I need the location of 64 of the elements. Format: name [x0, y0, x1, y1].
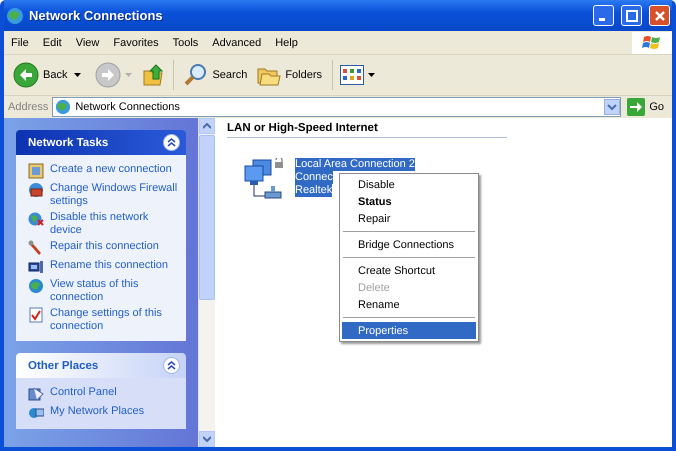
- task-icon: [28, 307, 44, 323]
- go-button[interactable]: Go: [625, 98, 670, 116]
- task-link[interactable]: Create a new connection: [50, 163, 172, 176]
- menu-item[interactable]: Favorites: [106, 36, 166, 48]
- task-icon: [28, 278, 44, 294]
- forward-button-icon[interactable]: [95, 62, 122, 88]
- minimize-button[interactable]: [593, 5, 614, 26]
- connection-label: Realtek: [295, 184, 332, 197]
- collapse-chevron-icon[interactable]: [163, 134, 180, 151]
- task-link[interactable]: Repair this connection: [50, 240, 159, 253]
- scrollbar-thumb[interactable]: [199, 135, 215, 300]
- close-icon: [654, 10, 666, 22]
- search-icon: [184, 63, 208, 87]
- task-icon: [28, 211, 44, 227]
- panel-title: Network Tasks: [28, 136, 110, 148]
- panel-title: Other Places: [28, 360, 100, 372]
- task-icon: [28, 182, 44, 198]
- task-icon: [28, 386, 44, 402]
- menu-item[interactable]: Help: [268, 36, 305, 48]
- task-icon: [28, 259, 44, 275]
- address-label: Address: [8, 101, 48, 113]
- task-icon: [28, 163, 44, 179]
- group-header: LAN or High-Speed Internet: [227, 122, 507, 138]
- connection-label: Connec: [295, 171, 333, 184]
- scroll-down-button[interactable]: [199, 431, 215, 447]
- context-menu-item[interactable]: Create Shortcut: [342, 262, 476, 279]
- context-menu-item[interactable]: Properties: [342, 322, 476, 339]
- context-menu-item[interactable]: Status: [342, 193, 476, 210]
- task-link[interactable]: Control Panel: [50, 386, 117, 399]
- menu-item[interactable]: Tools: [166, 36, 206, 48]
- maximize-button[interactable]: [621, 5, 642, 26]
- task-link[interactable]: My Network Places: [50, 405, 144, 418]
- context-menu-item[interactable]: Disable: [342, 176, 476, 193]
- task-link[interactable]: Change settings of this connection: [50, 307, 180, 333]
- search-button[interactable]: Search: [181, 61, 250, 89]
- address-field[interactable]: Network Connections: [52, 97, 622, 117]
- views-icon[interactable]: [340, 65, 364, 85]
- back-button[interactable]: Back: [10, 60, 70, 90]
- menu-item[interactable]: File: [4, 36, 36, 48]
- close-button[interactable]: [649, 5, 670, 26]
- minimize-icon: [598, 18, 604, 21]
- collapse-chevron-icon[interactable]: [163, 357, 180, 374]
- task-icon: [28, 405, 44, 421]
- context-menu-item[interactable]: Bridge Connections: [342, 236, 476, 253]
- flag-logo-icon: [632, 32, 672, 54]
- menu-item[interactable]: View: [68, 36, 106, 48]
- menu-item[interactable]: Edit: [36, 36, 69, 48]
- task-link[interactable]: Rename this connection: [50, 259, 168, 272]
- dropdown-arrow-icon[interactable]: [74, 73, 82, 77]
- context-menu-item[interactable]: Rename: [342, 296, 476, 313]
- connection-label: Local Area Connection 2: [295, 158, 415, 171]
- maximize-icon: [626, 10, 638, 22]
- network-globe-icon: [55, 99, 72, 115]
- scroll-up-button[interactable]: [199, 118, 215, 134]
- task-link[interactable]: View status of this connection: [50, 278, 180, 304]
- window-title: Network Connections: [29, 8, 164, 23]
- context-menu-item[interactable]: Repair: [342, 210, 476, 227]
- menu-item[interactable]: Advanced: [205, 36, 268, 48]
- task-icon: [28, 240, 44, 256]
- task-link[interactable]: Change Windows Firewall settings: [50, 182, 180, 208]
- network-globe-icon: [6, 6, 24, 24]
- task-link[interactable]: Disable this network device: [50, 211, 180, 237]
- folders-button[interactable]: Folders: [254, 62, 326, 88]
- dropdown-arrow-icon[interactable]: [368, 73, 376, 77]
